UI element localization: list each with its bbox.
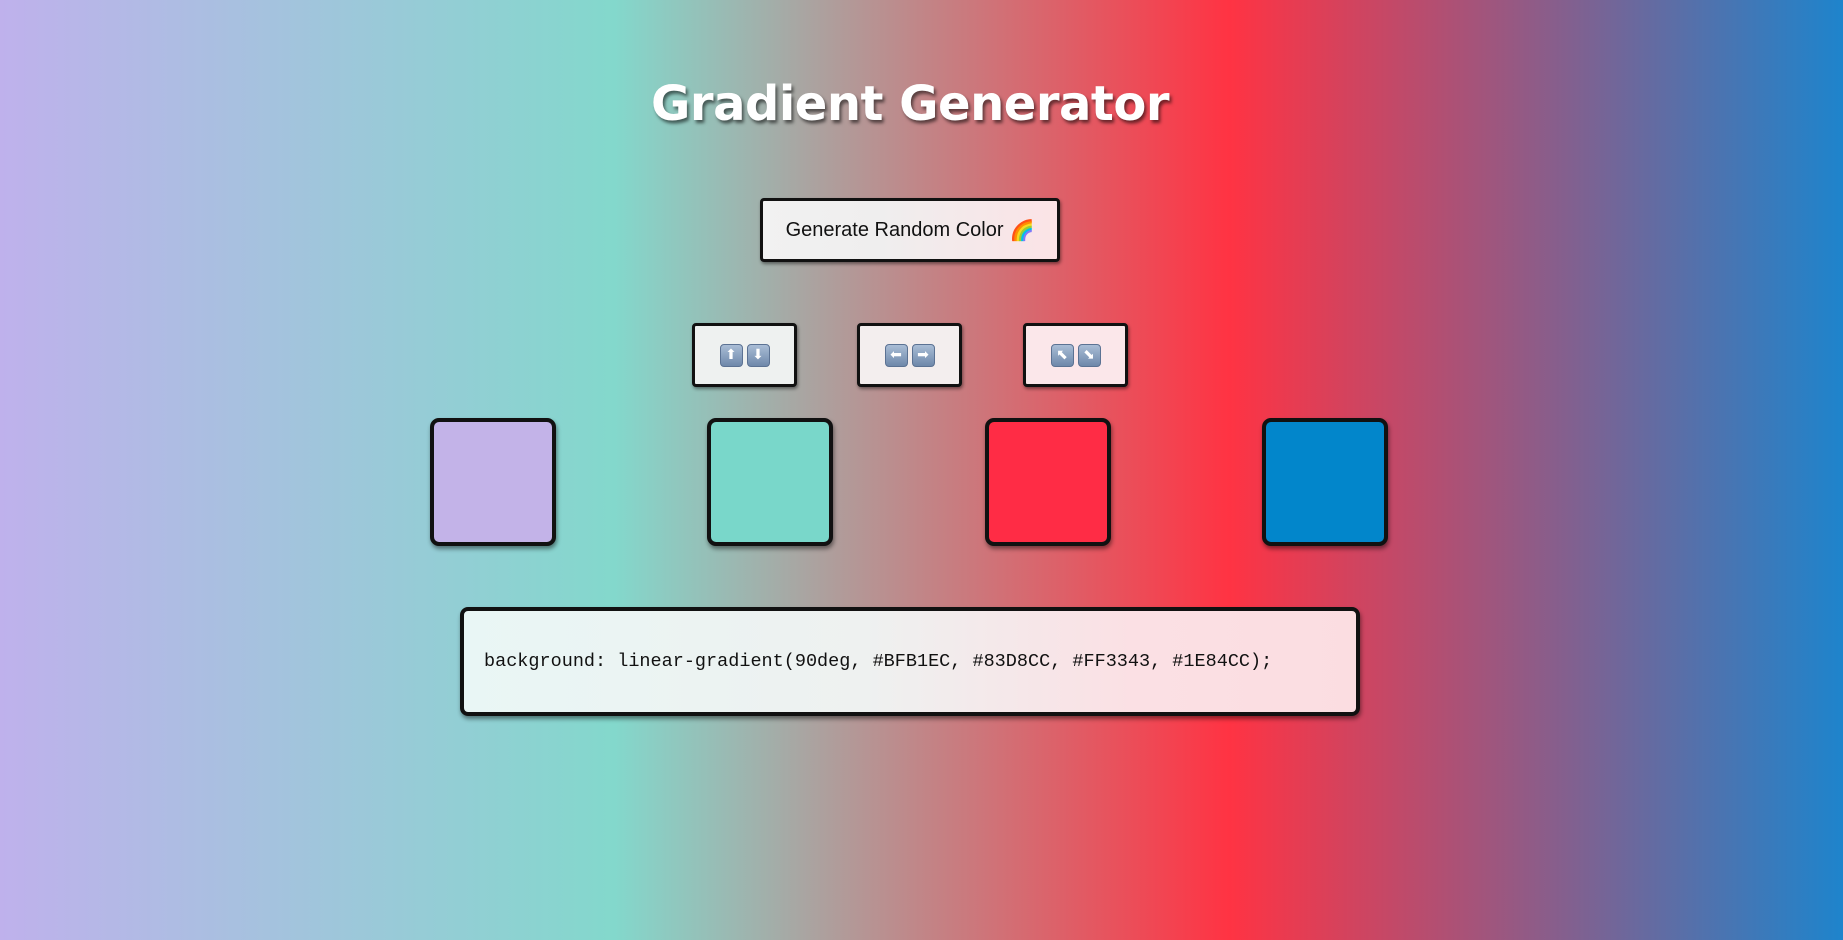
direction-horizontal-button[interactable]: ⬅ ➡ [857,323,962,387]
arrow-down-icon: ⬇ [746,343,770,367]
color-swatch-2[interactable] [707,418,833,546]
css-output-text: background: linear-gradient(90deg, #BFB1… [484,651,1273,672]
css-output-box[interactable]: background: linear-gradient(90deg, #BFB1… [460,607,1360,716]
rainbow-icon: 🌈 [1009,219,1035,242]
arrow-up-icon: ⬆ [719,343,743,367]
generate-button-label: Generate Random Color [785,218,1004,241]
arrow-right-icon: ➡ [911,343,935,367]
direction-vertical-button[interactable]: ⬆ ⬇ [692,323,797,387]
arrow-left-icon: ⬅ [884,343,908,367]
page-title: Gradient Generator [651,76,1170,132]
color-swatch-3[interactable] [985,418,1111,546]
arrow-down-right-icon: ⬊ [1077,343,1101,367]
generate-random-color-button[interactable]: Generate Random Color 🌈 [760,198,1060,262]
arrow-up-left-icon: ⬉ [1050,343,1074,367]
direction-diagonal-button[interactable]: ⬉ ⬊ [1023,323,1128,387]
color-swatch-1[interactable] [430,418,556,546]
color-swatch-4[interactable] [1262,418,1388,546]
gradient-background [0,0,1843,940]
